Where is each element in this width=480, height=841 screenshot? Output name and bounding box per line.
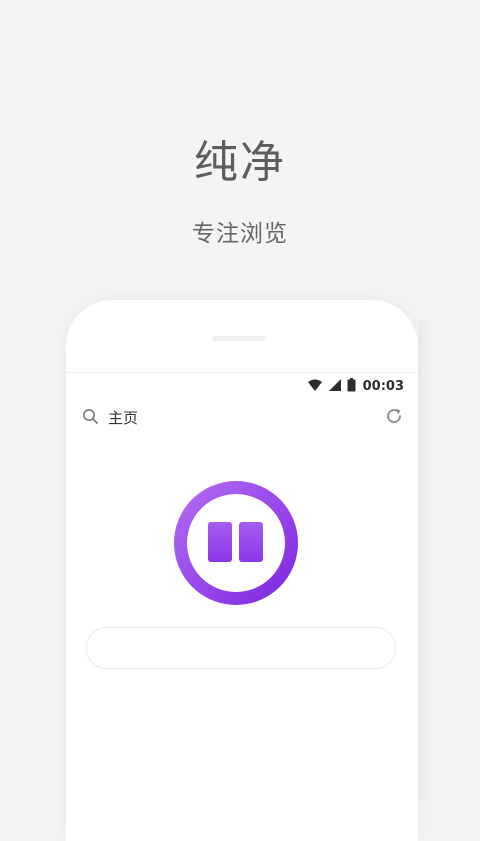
phone-mockup: 00:03 主页 — [66, 300, 418, 841]
home-label[interactable]: 主页 — [108, 407, 138, 428]
status-bar: 00:03 — [66, 373, 418, 397]
phone-screen: 00:03 主页 — [66, 372, 418, 841]
search-icon[interactable] — [82, 408, 99, 429]
phone-speaker — [212, 336, 266, 341]
browser-logo — [170, 477, 302, 609]
open-book-icon — [174, 481, 298, 605]
wifi-icon — [307, 377, 323, 396]
status-icons: 00:03 — [307, 377, 404, 396]
phone-shadow — [418, 320, 438, 800]
browser-toolbar: 主页 — [66, 399, 418, 435]
refresh-icon[interactable] — [384, 406, 404, 430]
battery-icon — [347, 377, 356, 396]
hero-subtitle: 专注浏览 — [192, 221, 288, 247]
hero-title: 纯净 — [194, 137, 286, 188]
url-input[interactable] — [86, 627, 396, 669]
status-time: 00:03 — [362, 379, 404, 394]
cellular-signal-icon — [328, 377, 342, 396]
